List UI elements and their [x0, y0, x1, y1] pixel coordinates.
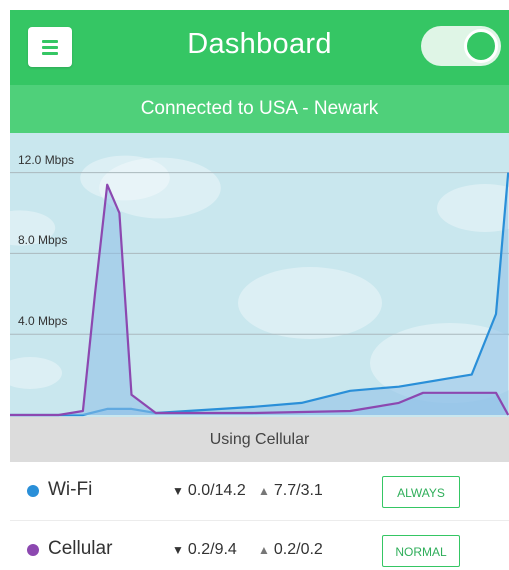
download-arrow-icon: ▼	[172, 484, 184, 498]
chart-svg	[10, 155, 509, 417]
cloud-decoration	[437, 184, 509, 232]
upload-value: ▲ 0.2/0.2	[258, 541, 323, 559]
y-tick-label: 8.0 Mbps	[18, 233, 68, 248]
y-tick-label: 4.0 Mbps	[18, 314, 68, 329]
vpn-toggle[interactable]	[421, 26, 501, 66]
download-arrow-icon: ▼	[172, 543, 184, 557]
download-value: ▼ 0.0/14.2	[172, 482, 246, 500]
network-row-cellular: Cellular ▼ 0.2/9.4 ▲ 0.2/0.2 NORMAL	[10, 521, 509, 570]
upload-arrow-icon: ▲	[258, 484, 270, 498]
upload-value: ▲ 7.7/3.1	[258, 482, 323, 500]
network-name: Cellular	[48, 538, 113, 559]
y-tick-label: 12.0 Mbps	[18, 152, 75, 167]
download-text: 0.2/9.4	[187, 541, 237, 558]
network-row-wifi: Wi-Fi ▼ 0.0/14.2 ▲ 7.7/3.1 ALWAYS	[10, 462, 509, 521]
connection-status: Connected to USA - Newark	[10, 85, 509, 133]
mode-button-normal[interactable]: NORMAL	[382, 535, 460, 567]
using-status: Using Cellular	[10, 417, 509, 462]
bandwidth-chart: 4.0 Mbps 8.0 Mbps 12.0 Mbps	[10, 133, 509, 417]
cloud-decoration	[10, 357, 62, 389]
download-value: ▼ 0.2/9.4	[172, 541, 237, 559]
upload-text: 7.7/3.1	[273, 482, 323, 499]
download-text: 0.0/14.2	[187, 482, 246, 499]
cloud-decoration	[238, 267, 382, 339]
toggle-knob[interactable]	[464, 29, 498, 63]
cellular-dot	[27, 544, 39, 556]
mode-button-always[interactable]: ALWAYS	[382, 476, 460, 508]
network-name: Wi-Fi	[48, 479, 93, 500]
wifi-dot	[27, 485, 39, 497]
app-frame: Dashboard Connected to USA - Newark 4.0 …	[10, 10, 509, 570]
upload-text: 0.2/0.2	[273, 541, 323, 558]
header-bar: Dashboard	[10, 10, 509, 85]
upload-arrow-icon: ▲	[258, 543, 270, 557]
cloud-decoration	[80, 155, 170, 201]
